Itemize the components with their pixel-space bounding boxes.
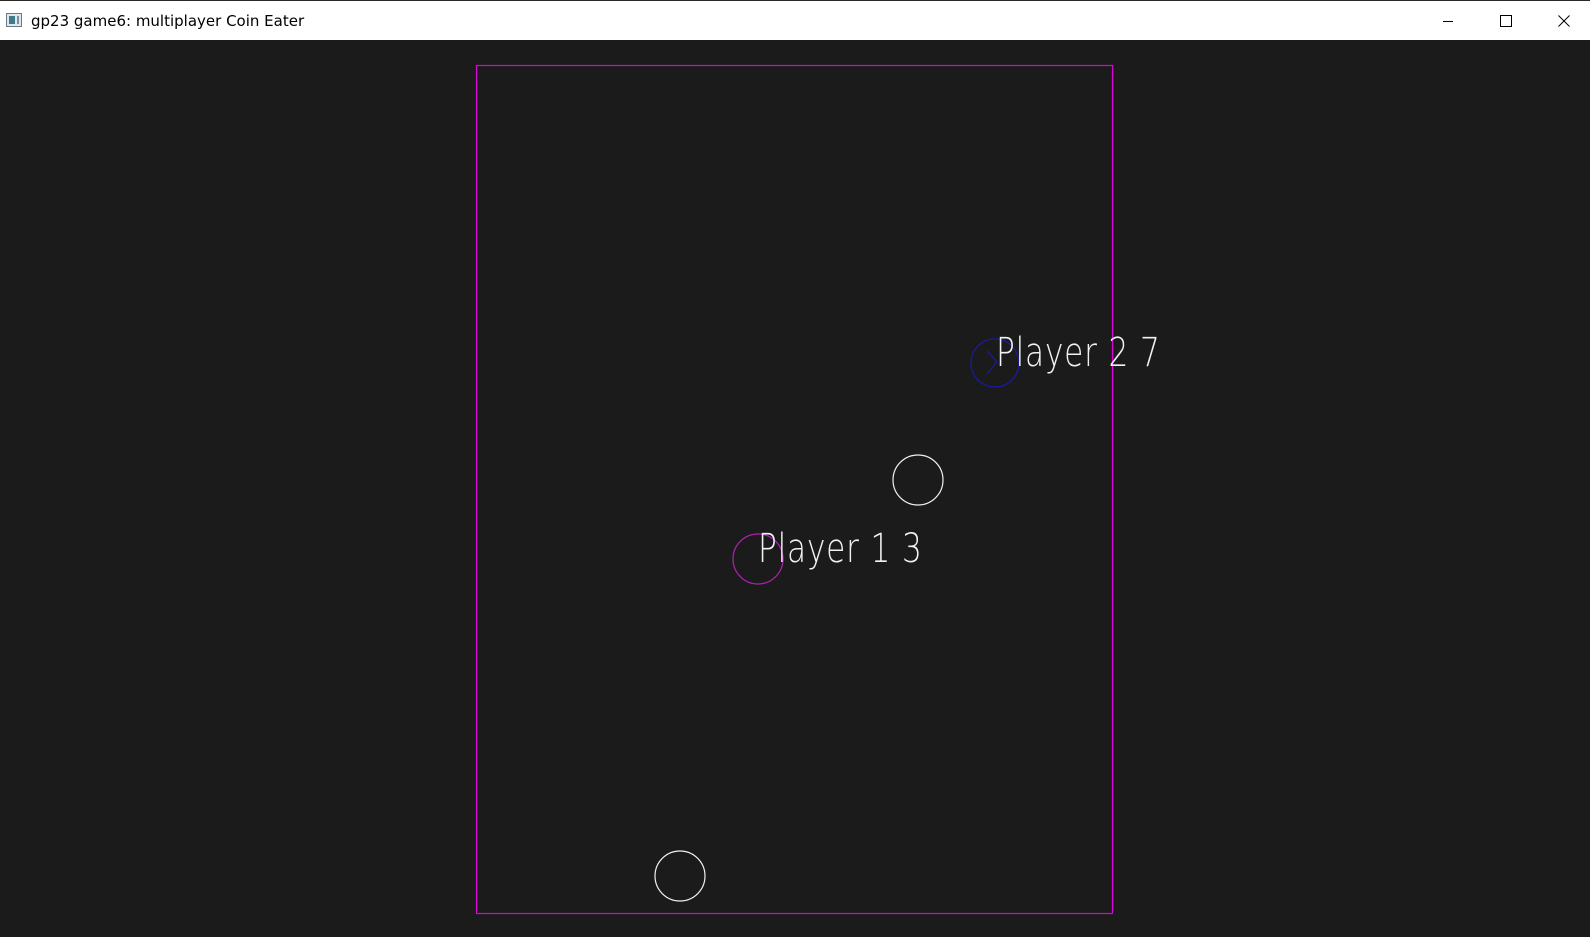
window-title: gp23 game6: multiplayer Coin Eater [31, 12, 305, 30]
game-canvas[interactable]: Player 27 Player 13 [0, 40, 1590, 937]
title-bar[interactable]: gp23 game6: multiplayer Coin Eater [0, 0, 1590, 40]
player-1-label: Player 13 [758, 526, 923, 572]
maximize-icon [1500, 15, 1512, 27]
coin [892, 454, 944, 506]
close-icon [1558, 15, 1570, 27]
app-window-icon [6, 13, 22, 27]
coin [654, 850, 706, 902]
player-2-score: 7 [1140, 330, 1161, 376]
minimize-button[interactable] [1419, 1, 1477, 41]
player-2-name: Player 2 [996, 330, 1130, 376]
maximize-button[interactable] [1477, 1, 1535, 41]
minimize-icon [1443, 21, 1453, 22]
arena-border [475, 64, 1114, 915]
game-scene [475, 64, 1114, 915]
player-2-label: Player 27 [996, 330, 1161, 376]
close-button[interactable] [1535, 1, 1590, 41]
player-1-name: Player 1 [758, 526, 892, 572]
player-1-score: 3 [902, 526, 923, 572]
